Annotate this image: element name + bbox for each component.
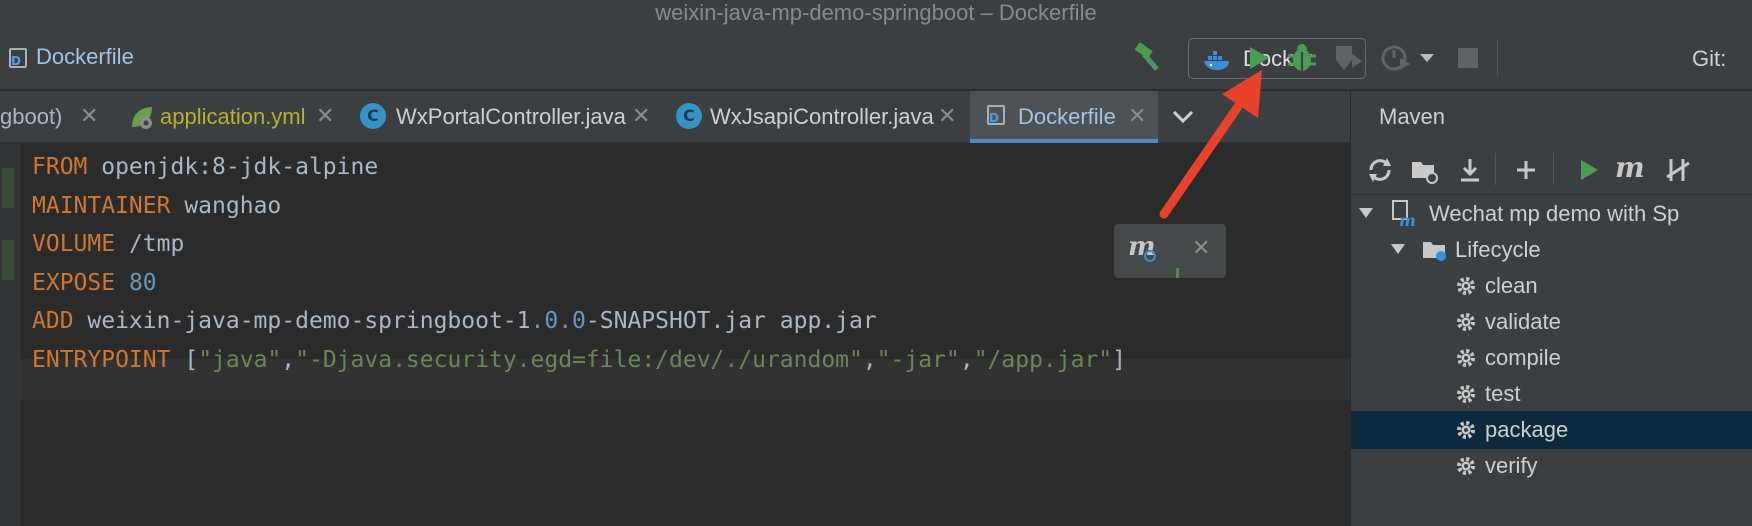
expand-triangle-icon[interactable]: [1391, 244, 1405, 254]
tabs-overflow-chevron-icon[interactable]: [1168, 102, 1198, 132]
tab-label: application.yml: [160, 104, 306, 129]
goal-label: validate: [1485, 309, 1561, 334]
gear-icon: [1457, 349, 1475, 367]
build-hammer-icon[interactable]: [1132, 42, 1168, 74]
breadcrumb-file[interactable]: Dockerfile: [36, 43, 134, 71]
maven-header: Maven: [1351, 91, 1752, 143]
run-maven-build-icon[interactable]: [1573, 155, 1603, 185]
scrollbar-marker: [1176, 268, 1179, 278]
code-line: ADD weixin-java-mp-demo-springboot-1.0.0…: [32, 308, 877, 334]
gear-icon: [1457, 421, 1475, 439]
expand-triangle-icon[interactable]: [1359, 208, 1373, 218]
dockerfile-icon: D: [6, 46, 30, 70]
vcs-change-marker: [2, 240, 14, 280]
close-icon[interactable]: ✕: [938, 104, 956, 130]
reload-icon[interactable]: [1365, 155, 1395, 185]
tab-module[interactable]: gboot) ✕: [0, 91, 110, 143]
gear-icon: [1457, 313, 1475, 331]
code-line: VOLUME /tmp: [32, 231, 185, 257]
close-icon[interactable]: ✕: [1128, 104, 1146, 130]
goal-label: clean: [1485, 273, 1538, 298]
chevron-down-icon[interactable]: [1420, 54, 1434, 62]
active-tab-indicator: [970, 139, 1158, 143]
add-icon[interactable]: [1511, 155, 1541, 185]
window-titlebar: weixin-java-mp-demo-springboot – Dockerf…: [0, 0, 1752, 26]
docker-whale-icon: [1204, 51, 1229, 70]
close-icon[interactable]: ✕: [316, 104, 334, 130]
tab-application-yml[interactable]: application.yml ✕: [118, 91, 348, 143]
maven-project-icon: m: [1392, 200, 1416, 227]
window-title: weixin-java-mp-demo-springboot – Dockerf…: [655, 0, 1097, 25]
lifecycle-goal-test[interactable]: test: [1351, 375, 1752, 413]
toolbar-divider: [1495, 153, 1496, 185]
toggle-offline-icon[interactable]: [1663, 155, 1693, 185]
lifecycle-goal-verify[interactable]: verify: [1351, 447, 1752, 485]
vcs-change-marker: [2, 168, 14, 208]
refresh-icon: [1144, 250, 1156, 262]
maven-tool-window: Maven m m Wechat mp demo with Sp Lifecyc…: [1350, 91, 1752, 526]
gear-icon: [1457, 457, 1475, 475]
run-with-coverage-icon[interactable]: [1330, 40, 1366, 76]
code-content: FROM openjdk:8-jdk-alpine MAINTAINER wan…: [32, 148, 1126, 379]
code-line: FROM openjdk:8-jdk-alpine: [32, 154, 379, 180]
code-line: MAINTAINER wanghao: [32, 192, 282, 219]
tab-dockerfile[interactable]: D Dockerfile ✕: [970, 91, 1158, 143]
maven-toolbar: m: [1351, 143, 1752, 195]
lifecycle-goal-validate[interactable]: validate: [1351, 303, 1752, 341]
project-label: Wechat mp demo with Sp: [1429, 201, 1680, 226]
class-icon: C: [676, 103, 702, 129]
profile-icon[interactable]: [1378, 40, 1414, 76]
goal-label: test: [1485, 381, 1521, 406]
close-icon[interactable]: ✕: [1192, 236, 1210, 261]
svg-text:m: m: [1399, 211, 1416, 227]
tab-wxportalcontroller[interactable]: C WxPortalController.java ✕: [350, 91, 660, 143]
execute-maven-goal-icon[interactable]: m: [1615, 151, 1645, 184]
code-line: ENTRYPOINT ["java","-Djava.security.egd=…: [32, 346, 1127, 373]
editor-tab-bar: gboot) ✕ application.yml ✕ C WxPortalCon…: [0, 91, 1350, 143]
stop-button[interactable]: [1458, 48, 1478, 68]
lifecycle-folder-icon: [1423, 242, 1446, 261]
main-toolbar: D Dockerfile Docker Git:: [0, 26, 1752, 90]
tab-label: WxPortalController.java: [396, 104, 626, 129]
gear-icon: [1457, 277, 1475, 295]
run-button[interactable]: [1240, 40, 1276, 76]
class-icon: C: [360, 103, 386, 129]
tree-node-lifecycle[interactable]: Lifecycle: [1351, 231, 1752, 269]
code-line: EXPOSE 80: [32, 269, 157, 296]
toolbar-divider: [1553, 153, 1554, 185]
tab-label: gboot): [0, 104, 63, 129]
code-editor[interactable]: FROM openjdk:8-jdk-alpine MAINTAINER wan…: [0, 144, 1350, 526]
dockerfile-icon: D: [984, 103, 1008, 127]
lifecycle-goal-package[interactable]: package: [1351, 411, 1752, 449]
lifecycle-goal-clean[interactable]: clean: [1351, 267, 1752, 305]
maven-reload-popup[interactable]: m ✕: [1114, 224, 1226, 278]
goal-label: verify: [1485, 453, 1538, 478]
goal-label: compile: [1485, 345, 1561, 370]
tab-wxjsapicontroller[interactable]: C WxJsapiController.java ✕: [666, 91, 966, 143]
tree-node-project[interactable]: m Wechat mp demo with Sp: [1351, 195, 1752, 233]
close-icon[interactable]: ✕: [80, 104, 98, 130]
debug-bug-icon[interactable]: [1284, 40, 1320, 76]
git-label: Git:: [1692, 46, 1727, 71]
close-icon[interactable]: ✕: [632, 104, 650, 130]
goal-label: package: [1485, 417, 1569, 442]
spring-leaf-icon: [132, 107, 152, 129]
lifecycle-goal-compile[interactable]: compile: [1351, 339, 1752, 377]
editor-gutter: [0, 144, 20, 526]
folder-reload-icon[interactable]: [1409, 155, 1439, 185]
lifecycle-label: Lifecycle: [1455, 237, 1541, 262]
maven-title: Maven: [1379, 104, 1446, 129]
download-icon[interactable]: [1455, 155, 1485, 185]
tab-label: Dockerfile: [1018, 104, 1116, 129]
toolbar-divider: [1497, 40, 1498, 76]
tab-label: WxJsapiController.java: [710, 104, 934, 129]
gear-icon: [1457, 385, 1475, 403]
